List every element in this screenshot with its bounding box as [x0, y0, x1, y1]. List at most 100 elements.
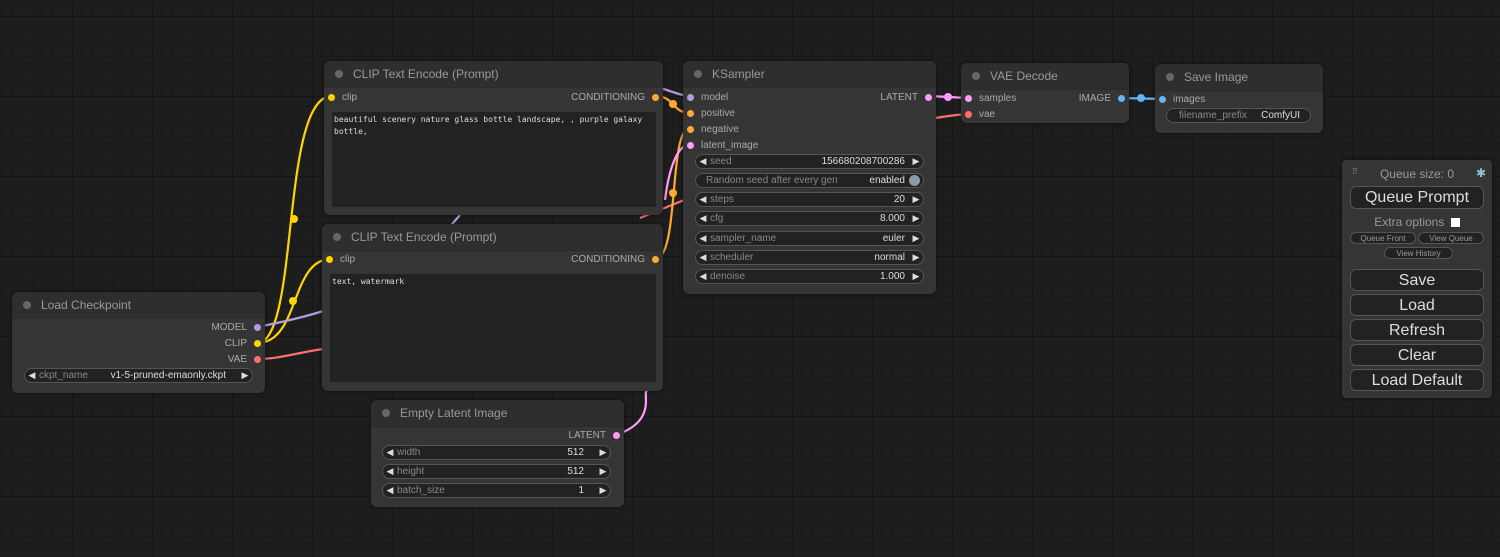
increment-arrow-icon[interactable]: ▶ [596, 447, 610, 458]
increment-arrow-icon[interactable]: ▶ [909, 233, 923, 244]
input-slot-samples[interactable]: samples [965, 91, 1016, 105]
widget-label: cfg [710, 213, 724, 224]
collapse-dot-icon[interactable] [1166, 73, 1174, 81]
increment-arrow-icon[interactable]: ▶ [596, 485, 610, 496]
increment-arrow-icon[interactable]: ▶ [909, 213, 923, 224]
clear-button[interactable]: Clear [1350, 344, 1484, 366]
prompt-textarea[interactable]: beautiful scenery nature glass bottle la… [332, 112, 656, 207]
sampler-name-widget[interactable]: ◀ sampler_name euler ▶ [695, 231, 924, 246]
input-slot-images[interactable]: images [1159, 92, 1205, 106]
view-history-button[interactable]: View History [1384, 247, 1453, 259]
node-title-bar[interactable]: Load Checkpoint [12, 292, 265, 319]
filename-prefix-widget[interactable]: filename_prefix ComfyUI [1166, 108, 1311, 123]
decrement-arrow-icon[interactable]: ◀ [696, 194, 710, 205]
slot-label: IMAGE [1078, 92, 1111, 104]
node-title-bar[interactable]: VAE Decode [961, 63, 1129, 90]
decrement-arrow-icon[interactable]: ◀ [696, 252, 710, 263]
collapse-dot-icon[interactable] [23, 301, 31, 309]
widget-label: seed [710, 156, 732, 167]
increment-arrow-icon[interactable]: ▶ [909, 156, 923, 167]
increment-arrow-icon[interactable]: ▶ [909, 271, 923, 282]
view-queue-button[interactable]: View Queue [1418, 232, 1484, 244]
output-slot-image[interactable]: IMAGE [1079, 91, 1125, 105]
decrement-arrow-icon[interactable]: ◀ [25, 370, 39, 381]
node-title-bar[interactable]: CLIP Text Encode (Prompt) [322, 224, 663, 251]
node-title-bar[interactable]: Empty Latent Image [371, 400, 624, 427]
node-title-bar[interactable]: KSampler [683, 61, 936, 88]
scheduler-widget[interactable]: ◀ scheduler normal ▶ [695, 250, 924, 265]
width-widget[interactable]: ◀ width 512 ▶ [382, 445, 611, 460]
input-slot-latent-image[interactable]: latent_image [687, 138, 758, 152]
slot-label: clip [342, 91, 358, 103]
decrement-arrow-icon[interactable]: ◀ [696, 156, 710, 167]
widget-value: enabled [869, 175, 905, 186]
collapse-dot-icon[interactable] [694, 70, 702, 78]
output-slot-conditioning[interactable]: CONDITIONING [571, 90, 659, 104]
node-vae-decode[interactable]: VAE Decode samples vae IMAGE [961, 63, 1129, 123]
collapse-dot-icon[interactable] [972, 72, 980, 80]
toggle-indicator-icon[interactable] [909, 175, 920, 186]
batch-size-widget[interactable]: ◀ batch_size 1 ▶ [382, 483, 611, 498]
decrement-arrow-icon[interactable]: ◀ [696, 213, 710, 224]
input-slot-clip[interactable]: clip [326, 252, 355, 266]
slot-label: positive [701, 107, 735, 119]
load-button[interactable]: Load [1350, 294, 1484, 316]
input-slot-positive[interactable]: positive [687, 106, 735, 120]
queue-size-label: Queue size: 0 [1379, 167, 1455, 181]
output-slot-clip[interactable]: CLIP [225, 336, 261, 350]
node-load-checkpoint[interactable]: Load Checkpoint MODEL CLIP VAE ◀ ckpt_na… [12, 292, 265, 393]
extra-options-checkbox[interactable] [1450, 218, 1460, 227]
cfg-widget[interactable]: ◀ cfg 8.000 ▶ [695, 211, 924, 226]
ckpt-name-widget[interactable]: ◀ ckpt_name v1-5-pruned-emaonly.ckpt ▶ [24, 368, 253, 383]
increment-arrow-icon[interactable]: ▶ [909, 194, 923, 205]
height-widget[interactable]: ◀ height 512 ▶ [382, 464, 611, 479]
settings-gear-icon[interactable]: ✱ [1476, 166, 1486, 180]
slot-label: CONDITIONING [571, 253, 645, 265]
output-slot-conditioning[interactable]: CONDITIONING [571, 252, 659, 266]
decrement-arrow-icon[interactable]: ◀ [383, 466, 397, 477]
steps-widget[interactable]: ◀ steps 20 ▶ [695, 192, 924, 207]
decrement-arrow-icon[interactable]: ◀ [696, 271, 710, 282]
queue-front-button[interactable]: Queue Front [1350, 232, 1416, 244]
node-title-bar[interactable]: Save Image [1155, 64, 1323, 91]
collapse-dot-icon[interactable] [335, 70, 343, 78]
widget-value: v1-5-pruned-emaonly.ckpt [110, 370, 226, 381]
prompt-textarea[interactable]: text, watermark [330, 274, 656, 382]
slot-dot-icon [1118, 94, 1125, 102]
collapse-dot-icon[interactable] [382, 409, 390, 417]
output-slot-vae[interactable]: VAE [228, 352, 261, 366]
save-button[interactable]: Save [1350, 269, 1484, 291]
node-title: Empty Latent Image [400, 406, 508, 420]
widget-value: euler [882, 233, 905, 244]
node-clip-text-encode-negative[interactable]: CLIP Text Encode (Prompt) clip CONDITION… [322, 224, 663, 391]
slot-label: LATENT [880, 91, 918, 103]
output-slot-latent[interactable]: LATENT [880, 90, 932, 104]
load-default-button[interactable]: Load Default [1350, 369, 1484, 391]
output-slot-model[interactable]: MODEL [211, 320, 261, 334]
queue-prompt-button[interactable]: Queue Prompt [1350, 186, 1484, 209]
decrement-arrow-icon[interactable]: ◀ [696, 233, 710, 244]
collapse-dot-icon[interactable] [333, 233, 341, 241]
random-seed-toggle[interactable]: Random seed after every gen enabled [695, 173, 924, 188]
input-slot-model[interactable]: model [687, 90, 728, 104]
output-slot-latent[interactable]: LATENT [568, 428, 620, 442]
input-slot-vae[interactable]: vae [965, 107, 995, 121]
input-slot-clip[interactable]: clip [328, 90, 357, 104]
seed-widget[interactable]: ◀ seed 156680208700286 ▶ [695, 154, 924, 169]
node-save-image[interactable]: Save Image images filename_prefix ComfyU… [1155, 64, 1323, 133]
denoise-widget[interactable]: ◀ denoise 1.000 ▶ [695, 269, 924, 284]
wire-clip-to-negative [256, 257, 332, 345]
decrement-arrow-icon[interactable]: ◀ [383, 447, 397, 458]
extra-options-row[interactable]: Extra options [1342, 215, 1492, 229]
queue-menu-panel[interactable]: ⠿ Queue size: 0 ✱ Queue Prompt Extra opt… [1342, 160, 1492, 398]
increment-arrow-icon[interactable]: ▶ [238, 370, 252, 381]
node-title-bar[interactable]: CLIP Text Encode (Prompt) [324, 61, 663, 88]
decrement-arrow-icon[interactable]: ◀ [383, 485, 397, 496]
input-slot-negative[interactable]: negative [687, 122, 739, 136]
increment-arrow-icon[interactable]: ▶ [596, 466, 610, 477]
node-ksampler[interactable]: KSampler model positive negative latent_… [683, 61, 936, 294]
increment-arrow-icon[interactable]: ▶ [909, 252, 923, 263]
node-empty-latent-image[interactable]: Empty Latent Image LATENT ◀ width 512 ▶ … [371, 400, 624, 507]
refresh-button[interactable]: Refresh [1350, 319, 1484, 341]
node-clip-text-encode-positive[interactable]: CLIP Text Encode (Prompt) clip CONDITION… [324, 61, 663, 215]
